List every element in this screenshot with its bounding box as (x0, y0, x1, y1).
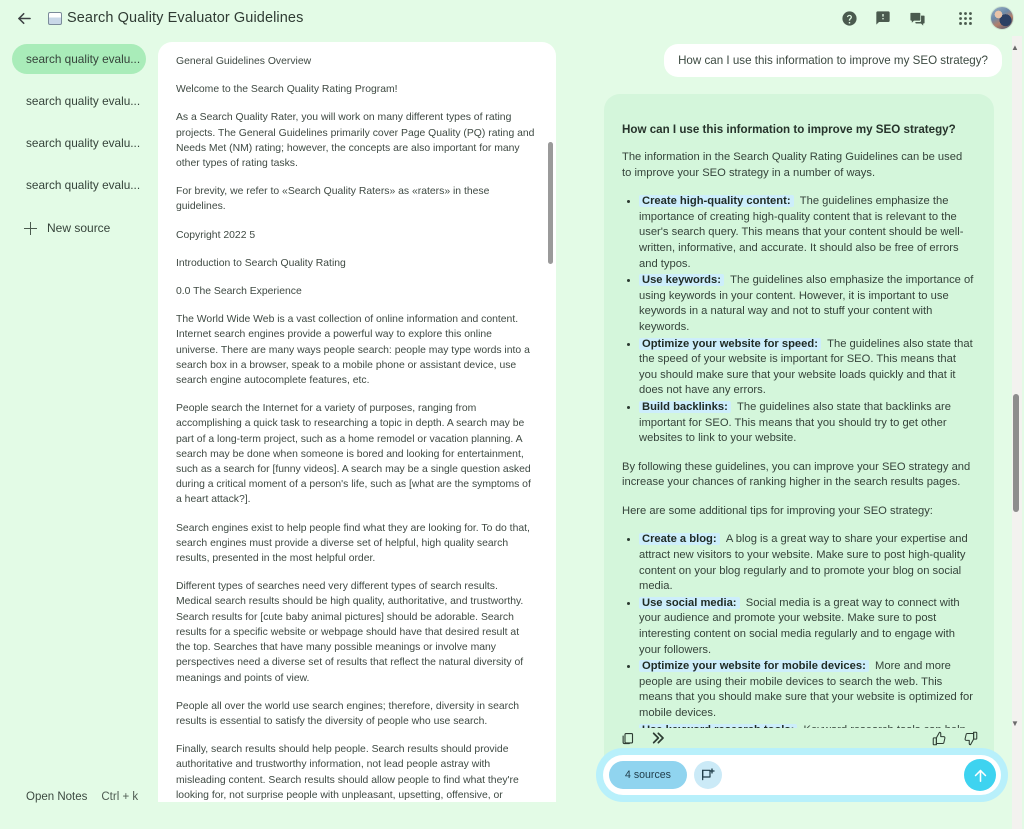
composer-input-container: 4 sources (603, 755, 1001, 795)
sidebar-item-source-3[interactable]: search quality evalu... (12, 128, 146, 158)
sidebar-item-source-4[interactable]: search quality evalu... (12, 170, 146, 200)
top-bar: Search Quality Evaluator Guidelines (0, 0, 1024, 36)
document-paragraph: People all over the world use search eng… (176, 700, 520, 727)
document-paragraph: People search the Internet for a variety… (176, 403, 531, 506)
page-title: Search Quality Evaluator Guidelines (67, 10, 304, 26)
thumbs-down-icon[interactable] (963, 731, 978, 746)
response-mid-paragraph: By following these guidelines, you can i… (622, 460, 971, 489)
list-item: Optimize your website for mobile devices… (639, 659, 974, 721)
document-paragraph: The World Wide Web is a vast collection … (176, 314, 530, 387)
list-item-label: Use social media: (639, 596, 740, 609)
list-item: Use social media: Social media is a grea… (639, 596, 974, 658)
sidebar-item-source-2[interactable]: search quality evalu... (12, 86, 146, 116)
scroll-up-arrow-icon[interactable]: ▲ (1010, 40, 1020, 54)
response-title: How can I use this information to improv… (622, 123, 956, 136)
list-item-label: Optimize your website for mobile devices… (639, 660, 869, 673)
list-item: Use keywords: The guidelines also emphas… (639, 273, 974, 335)
list-item-label: Create high-quality content: (639, 195, 794, 208)
open-notes-label: Open Notes (26, 791, 88, 803)
document-paragraph: 0.0 The Search Experience (176, 286, 302, 298)
add-new-source-button[interactable]: New source (12, 214, 146, 242)
user-question-bubble: How can I use this information to improv… (664, 44, 1002, 77)
chat-input[interactable] (728, 761, 957, 789)
document-paragraph: Introduction to Search Quality Rating (176, 257, 346, 269)
sidebar-item-label: search quality evalu... (26, 52, 141, 66)
list-item-label: Create a blog: (639, 533, 720, 546)
new-source-label: New source (47, 221, 111, 235)
list-item: Create high-quality content: The guideli… (639, 194, 974, 272)
scroll-down-arrow-icon[interactable]: ▼ (1010, 716, 1020, 730)
sidebar-item-label: search quality evalu... (26, 94, 141, 108)
add-note-icon[interactable] (693, 761, 722, 789)
top-bar-actions (832, 1, 1024, 35)
double-chevron-right-icon[interactable] (649, 730, 665, 746)
document-paragraph: General Guidelines Overview (176, 56, 312, 67)
feedback-actions (932, 731, 978, 746)
composer-bar: 4 sources (596, 748, 1008, 802)
assistant-response-body: How can I use this information to improv… (604, 94, 994, 728)
response-tips-intro: Here are some additional tips for improv… (622, 504, 933, 517)
document-paragraph: Copyright 2022 5 (176, 229, 256, 241)
plus-icon (24, 221, 37, 235)
list-item: Create a blog: A blog is a great way to … (639, 532, 974, 594)
feedback-icon[interactable] (866, 1, 900, 35)
chat-scrollbar-thumb[interactable] (1013, 394, 1019, 512)
response-actions (620, 726, 978, 750)
list-item: Build backlinks: The guidelines also sta… (639, 400, 974, 447)
sidebar-item-source-1[interactable]: search quality evalu... (12, 44, 146, 74)
help-icon[interactable] (832, 1, 866, 35)
sidebar: search quality evalu... search quality e… (0, 36, 158, 829)
document-paragraph: As a Search Quality Rater, you will work… (176, 112, 535, 170)
document-scrollbar-thumb[interactable] (548, 142, 553, 264)
send-button[interactable] (964, 759, 996, 791)
open-notes-button[interactable]: Open Notes Ctrl + k (26, 791, 138, 803)
document-paragraph: Search engines exist to help people find… (176, 522, 530, 565)
list-item-label: Build backlinks: (639, 400, 731, 413)
copy-icon[interactable] (620, 731, 635, 746)
document-paragraph: Different types of searches need very di… (176, 581, 524, 684)
list-item-label: Use keywords: (639, 274, 724, 287)
avatar[interactable] (990, 6, 1014, 30)
book-icon (48, 11, 62, 25)
chat-scrollbar-track[interactable]: ▲ ▼ (1010, 36, 1022, 829)
tips-list: Create a blog: A blog is a great way to … (622, 532, 974, 728)
thumbs-up-icon[interactable] (932, 731, 947, 746)
response-intro: The information in the Search Quality Ra… (622, 151, 963, 179)
document-paragraph: Welcome to the Search Quality Rating Pro… (176, 84, 398, 96)
document-paragraph: Finally, search results should help peop… (176, 744, 519, 801)
chat-panel: How can I use this information to improv… (592, 36, 1024, 829)
open-notes-shortcut: Ctrl + k (101, 791, 139, 803)
sidebar-item-label: search quality evalu... (26, 178, 141, 192)
document-body: General Guidelines Overview Welcome to th… (158, 42, 556, 802)
sources-chip[interactable]: 4 sources (609, 761, 687, 789)
assistant-response-card: How can I use this information to improv… (604, 94, 994, 774)
sidebar-item-label: search quality evalu... (26, 136, 141, 150)
apps-grid-icon[interactable] (948, 1, 982, 35)
guidelines-list: Create high-quality content: The guideli… (622, 194, 974, 447)
chat-bubble-icon[interactable] (900, 1, 934, 35)
list-item: Optimize your website for speed: The gui… (639, 337, 974, 399)
list-item-label: Optimize your website for speed: (639, 337, 821, 350)
document-paragraph: For brevity, we refer to «Search Quality… (176, 186, 490, 213)
back-button[interactable] (8, 2, 40, 34)
document-panel: General Guidelines Overview Welcome to th… (158, 42, 556, 802)
